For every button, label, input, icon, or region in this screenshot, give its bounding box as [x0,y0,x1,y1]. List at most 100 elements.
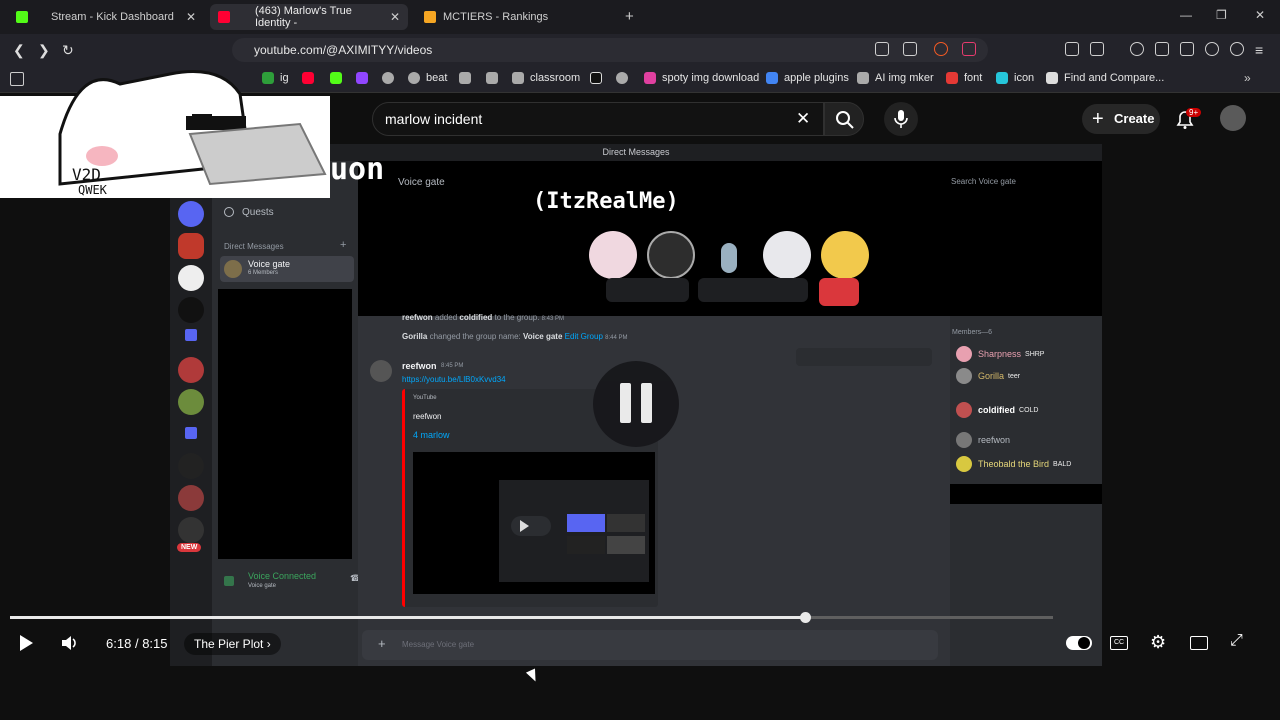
server-icon [178,357,204,383]
bookmark-gear[interactable] [616,72,634,84]
tab-youtube-video[interactable]: (463) Marlow's True Identity - ✕ [210,4,408,30]
screenshot-icon[interactable] [1090,42,1104,56]
bookmark-twitch[interactable] [356,72,374,84]
message-input: + Message Voice gate [362,630,938,660]
bookmark-stack[interactable] [459,72,477,84]
time-separator: / [134,636,139,651]
close-tab-icon[interactable]: ✕ [186,10,196,24]
maximize-button[interactable]: ❐ [1216,8,1227,22]
clear-search-icon[interactable]: ✕ [796,109,810,129]
bookmark-chatgpt[interactable] [382,72,400,84]
bookmark-ai-img[interactable]: AI img mker [857,72,934,84]
browser-tab-strip: Stream - Kick Dashboard ✕ (463) Marlow's… [0,0,1280,34]
settings-gear-icon[interactable]: ⚙ [1150,632,1166,653]
media-icon[interactable] [1130,42,1144,56]
search-button[interactable] [824,102,864,136]
bookmark-beat[interactable]: beat [408,72,447,84]
call-channel-name: Voice gate [398,177,445,188]
brave-rewards-icon[interactable] [962,42,976,56]
close-window-button[interactable]: ✕ [1255,8,1265,22]
play-button[interactable] [18,634,34,656]
system-target: coldified [459,313,493,322]
wallet-icon[interactable] [1180,42,1194,56]
bookmark-icon [1046,72,1058,84]
new-tab-button[interactable]: + [625,8,634,25]
cast-icon[interactable] [875,42,889,56]
attach-icon: + [378,636,386,651]
bookmark-kick[interactable] [330,72,348,84]
bookmark-tiktok[interactable] [590,72,608,84]
member-tag: COLD [1019,406,1039,414]
microphone-icon [894,110,908,128]
create-button[interactable]: + Create [1082,104,1160,134]
twitch-icon [356,72,368,84]
message-avatar [370,360,392,382]
minimize-button[interactable]: — [1180,8,1192,22]
members-header: Members—6 [952,329,993,336]
brave-shields-icon[interactable] [934,42,948,56]
more-bookmarks-icon[interactable]: » [1244,71,1251,85]
thumbnail-tile [607,536,645,554]
tab-mctiers[interactable]: MCTIERS - Rankings [416,4,612,30]
chapter-button[interactable]: The Pier Plot › [184,633,281,655]
member-avatar [956,402,972,418]
bookmark-icon [408,72,420,84]
embed-play-icon [511,516,551,536]
bookmark-font[interactable]: font [946,72,982,84]
bookmark-icon [644,72,656,84]
bookmark-spoty[interactable]: spoty img download [644,72,759,84]
embed-title: 4 marlow [413,430,450,440]
member-item: Sharpness SHRP [956,346,1044,362]
server-icon [178,517,204,543]
dm-name: Voice gate [248,259,291,269]
bookmark-icon [616,72,628,84]
bookmark-app[interactable] [486,72,504,84]
bookmark-find-compare[interactable]: Find and Compare... [1046,72,1164,84]
miniplayer-icon[interactable] [1190,636,1208,650]
search-input[interactable]: marlow incident [372,102,824,136]
thumbnail-tile [607,514,645,532]
mctiers-favicon-icon [424,11,436,23]
share-icon[interactable] [903,42,917,56]
chapter-title: The Pier Plot [194,637,264,651]
voice-search-button[interactable] [884,102,918,136]
tab-title: Stream - Kick Dashboard [51,11,174,23]
close-tab-icon[interactable]: ✕ [390,10,400,24]
member-avatar [956,368,972,384]
bookmark-icon-site[interactable]: icon [996,72,1034,84]
bookmark-classroom[interactable]: classroom [512,72,580,84]
volume-button[interactable] [60,634,78,656]
autoplay-toggle[interactable] [1066,636,1092,650]
discord-server-list: NEW [170,161,212,666]
message-reaction-bar [796,348,932,366]
fullscreen-icon[interactable]: ⤢ [1230,632,1243,650]
timestamp: 8:43 PM [541,316,565,322]
member-name: reefwon [978,435,1011,445]
bookmark-apple-plugins[interactable]: apple plugins [766,72,849,84]
system-text: added [434,313,458,322]
system-text: changed the group name: [429,332,521,341]
menu-icon[interactable]: ≡ [1255,42,1263,58]
bookmark-label: spoty img download [662,72,760,84]
discord-member-list: Members—6 Sharpness SHRP Gorilla teer cold… [950,316,1102,666]
system-text: to the group. [494,313,540,322]
tab-kick-dashboard[interactable]: Stream - Kick Dashboard ✕ [8,4,204,30]
account-avatar[interactable] [1220,105,1246,131]
server-icon [178,485,204,511]
member-avatar [956,432,972,448]
quests-icon [224,207,234,217]
current-time: 6:18 [106,636,132,651]
vpn-icon[interactable] [1230,42,1244,56]
dm-item-voice-gate: Voice gate 6 Members [220,256,354,282]
progress-bar[interactable] [10,616,1053,619]
scrubber-handle[interactable] [799,612,811,623]
subtitles-icon[interactable]: CC [1110,636,1128,650]
sidebar-icon[interactable] [1155,42,1169,56]
new-badge: NEW [177,543,202,552]
leo-ai-icon[interactable] [1205,42,1219,56]
bookmark-label: beat [426,72,448,84]
group-name: Voice gate [523,332,563,341]
member-item: Gorilla teer [956,368,1020,384]
video-player[interactable]: Direct Messages NEW Quests Direct Messag… [170,144,1102,666]
extensions-icon[interactable] [1065,42,1079,56]
